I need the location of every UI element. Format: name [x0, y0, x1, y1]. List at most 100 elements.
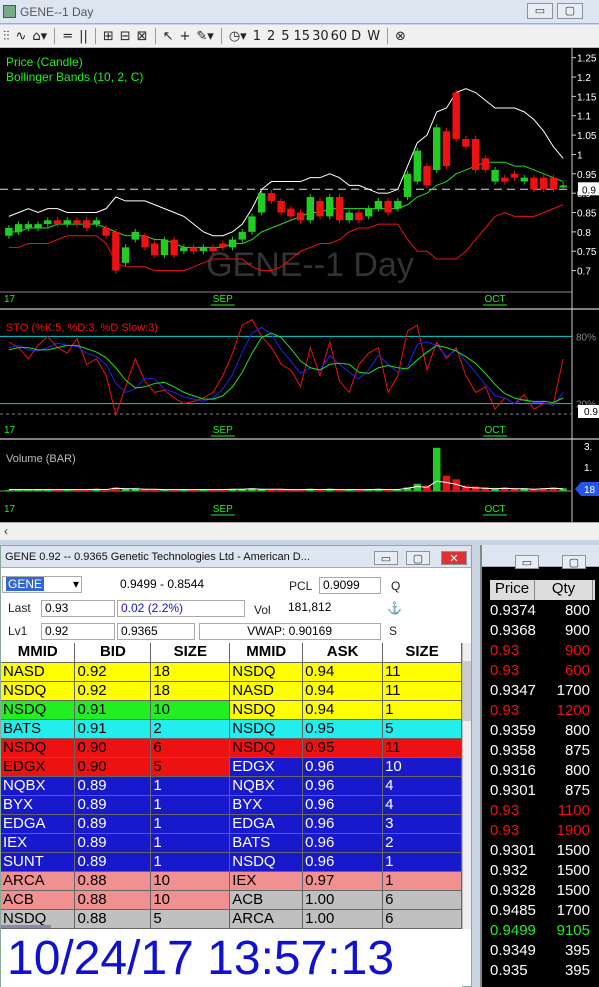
- ts-row: 0.9301 1500: [490, 842, 590, 859]
- ask-mmid: NSDQ: [229, 719, 304, 739]
- level2-hscroll[interactable]: [1, 925, 51, 928]
- ts-price: 0.932: [490, 862, 528, 879]
- bid-mmid: NSDQ: [1, 700, 76, 720]
- ts-qty: 900: [564, 622, 590, 639]
- candle: [384, 200, 392, 213]
- sto-panel-title: STO (%K:5, %D:3, %D Slow:3): [6, 322, 158, 334]
- ts-row: 0.93 900: [490, 642, 590, 659]
- candle: [433, 127, 441, 170]
- level2-scrollbar[interactable]: [462, 643, 471, 929]
- tile-h-icon[interactable]: =: [62, 29, 73, 44]
- candle: [559, 185, 567, 188]
- ask-price: 0.97: [302, 871, 384, 891]
- interval-60[interactable]: 60: [331, 29, 348, 44]
- level2-table: MMID BID SIZE MMID ASK SIZE NASD 0.92 18 NS…: [1, 643, 462, 929]
- zoom-fit-icon[interactable]: ⊠: [137, 29, 148, 44]
- bid-mmid: BATS: [1, 719, 76, 739]
- level2-close-button[interactable]: ✕: [441, 551, 467, 565]
- level2-row[interactable]: NSDQ 0.92 18 NASD 0.94 11: [1, 681, 462, 701]
- lv1-ask: 0.9365: [117, 623, 195, 640]
- chart-area[interactable]: GENE--1 Day 1.25 1.2 1.15 1.1 1.05 1 0.95 0.9 0.8…: [0, 48, 599, 522]
- level2-row[interactable]: ARCA 0.88 10 IEX 0.97 1: [1, 871, 462, 891]
- bid-price: 0.91: [74, 700, 152, 720]
- candle: [121, 247, 130, 263]
- interval-1[interactable]: 1: [253, 29, 261, 44]
- interval-15[interactable]: 15: [294, 29, 311, 44]
- ask-size: 10: [382, 757, 462, 777]
- volume-bar: [355, 490, 363, 491]
- ts-qty: 900: [564, 642, 590, 659]
- ts-qty: 1500: [556, 842, 590, 859]
- level2-row[interactable]: SUNT 0.89 1 NSDQ 0.96 1: [1, 852, 462, 872]
- price-chart-svg[interactable]: GENE--1 Day 1.25 1.2 1.15 1.1 1.05 1 0.95 0.9 0.8…: [0, 48, 599, 522]
- interval-day[interactable]: D: [351, 29, 361, 44]
- zoom-in-icon[interactable]: ⊞: [103, 29, 114, 44]
- bid-mmid: EDGX: [1, 757, 76, 777]
- time-and-sales-window: ▭ ▢ Price Qty 0.9374 800 0.9368 900 0.93 900 0…: [480, 545, 599, 987]
- vol-x-label: 17: [4, 504, 16, 515]
- candle: [364, 208, 373, 217]
- candle: [539, 177, 548, 190]
- volume-bar: [364, 490, 373, 491]
- level2-row[interactable]: EDGA 0.89 1 EDGA 0.96 3: [1, 814, 462, 834]
- level2-row[interactable]: BATS 0.91 2 NSDQ 0.95 5: [1, 719, 462, 739]
- level2-minimize-button[interactable]: ▭: [374, 551, 398, 565]
- price-tick-label: 0.7: [577, 267, 591, 278]
- window-title: GENE--1 Day: [20, 4, 94, 19]
- chart-horizontal-scrollbar[interactable]: ‹: [0, 522, 599, 540]
- ts-qty: 395: [564, 962, 590, 979]
- ts-qty: 800: [564, 762, 590, 779]
- ask-size: 6: [382, 890, 462, 910]
- level2-row[interactable]: NASD 0.92 18 NSDQ 0.94 11: [1, 662, 462, 682]
- bid-mmid: ARCA: [1, 871, 76, 891]
- ask-mmid-header: MMID: [229, 643, 304, 663]
- sto-80-label: 80%: [576, 332, 596, 343]
- draw-dropdown-icon[interactable]: ⌂▾: [32, 29, 47, 44]
- price-x-label: SEP: [213, 294, 233, 305]
- ask-size: 4: [382, 795, 462, 815]
- anchor-icon[interactable]: ⚓: [387, 601, 402, 615]
- ts-price: 0.9301: [490, 842, 536, 859]
- bid-size: 2: [150, 719, 231, 739]
- pencil-icon[interactable]: ✎▾: [196, 29, 213, 44]
- pointer-icon[interactable]: ↖: [163, 29, 174, 44]
- level2-row[interactable]: NSDQ 0.90 6 NSDQ 0.95 11: [1, 738, 462, 758]
- level2-row[interactable]: ACB 0.88 10 ACB 1.00 6: [1, 890, 462, 910]
- line-style-icon[interactable]: ∿: [16, 29, 27, 44]
- clock-icon[interactable]: ◷▾: [229, 29, 247, 44]
- tile-v-icon[interactable]: ||: [79, 29, 88, 44]
- candle: [257, 193, 266, 213]
- level2-row[interactable]: NSDQ 0.88 5 ARCA 1.00 6: [1, 909, 462, 929]
- symbol-input[interactable]: GENE ▾: [2, 576, 82, 593]
- level2-row[interactable]: EDGX 0.90 5 EDGX 0.96 10: [1, 757, 462, 777]
- level2-row[interactable]: NSDQ 0.91 10 NSDQ 0.94 1: [1, 700, 462, 720]
- bid-size: 1: [150, 833, 231, 853]
- volume-bar: [189, 490, 198, 491]
- ts-maximize-button[interactable]: ▢: [562, 555, 586, 569]
- sto-x-label: SEP: [213, 425, 233, 436]
- interval-5[interactable]: 5: [281, 29, 289, 44]
- level2-row[interactable]: IEX 0.89 1 BATS 0.96 2: [1, 833, 462, 853]
- level2-row[interactable]: BYX 0.89 1 BYX 0.96 4: [1, 795, 462, 815]
- cancel-icon[interactable]: ⊗: [395, 29, 406, 44]
- candle: [316, 200, 324, 217]
- volume-bar: [73, 490, 81, 491]
- candle: [374, 200, 383, 209]
- q-label[interactable]: Q: [391, 579, 400, 593]
- level2-row[interactable]: NQBX 0.89 1 NQBX 0.96 4: [1, 776, 462, 796]
- maximize-button[interactable]: ▢: [557, 3, 583, 19]
- interval-week[interactable]: W: [367, 29, 380, 44]
- chart-style-icon[interactable]: ⫶⫶: [3, 29, 10, 44]
- bid-price: 0.88: [74, 909, 152, 929]
- ask-size-header: SIZE: [382, 643, 462, 663]
- ts-minimize-button[interactable]: ▭: [515, 555, 539, 569]
- minimize-button[interactable]: ▭: [527, 3, 553, 19]
- s-label[interactable]: S: [389, 624, 397, 638]
- interval-30[interactable]: 30: [312, 29, 329, 44]
- interval-2[interactable]: 2: [267, 29, 275, 44]
- zoom-out-icon[interactable]: ⊟: [120, 29, 131, 44]
- ask-size: 1: [382, 700, 462, 720]
- crosshair-icon[interactable]: +: [179, 29, 190, 44]
- level2-maximize-button[interactable]: ▢: [406, 551, 430, 565]
- ts-price: 0.935: [490, 962, 528, 979]
